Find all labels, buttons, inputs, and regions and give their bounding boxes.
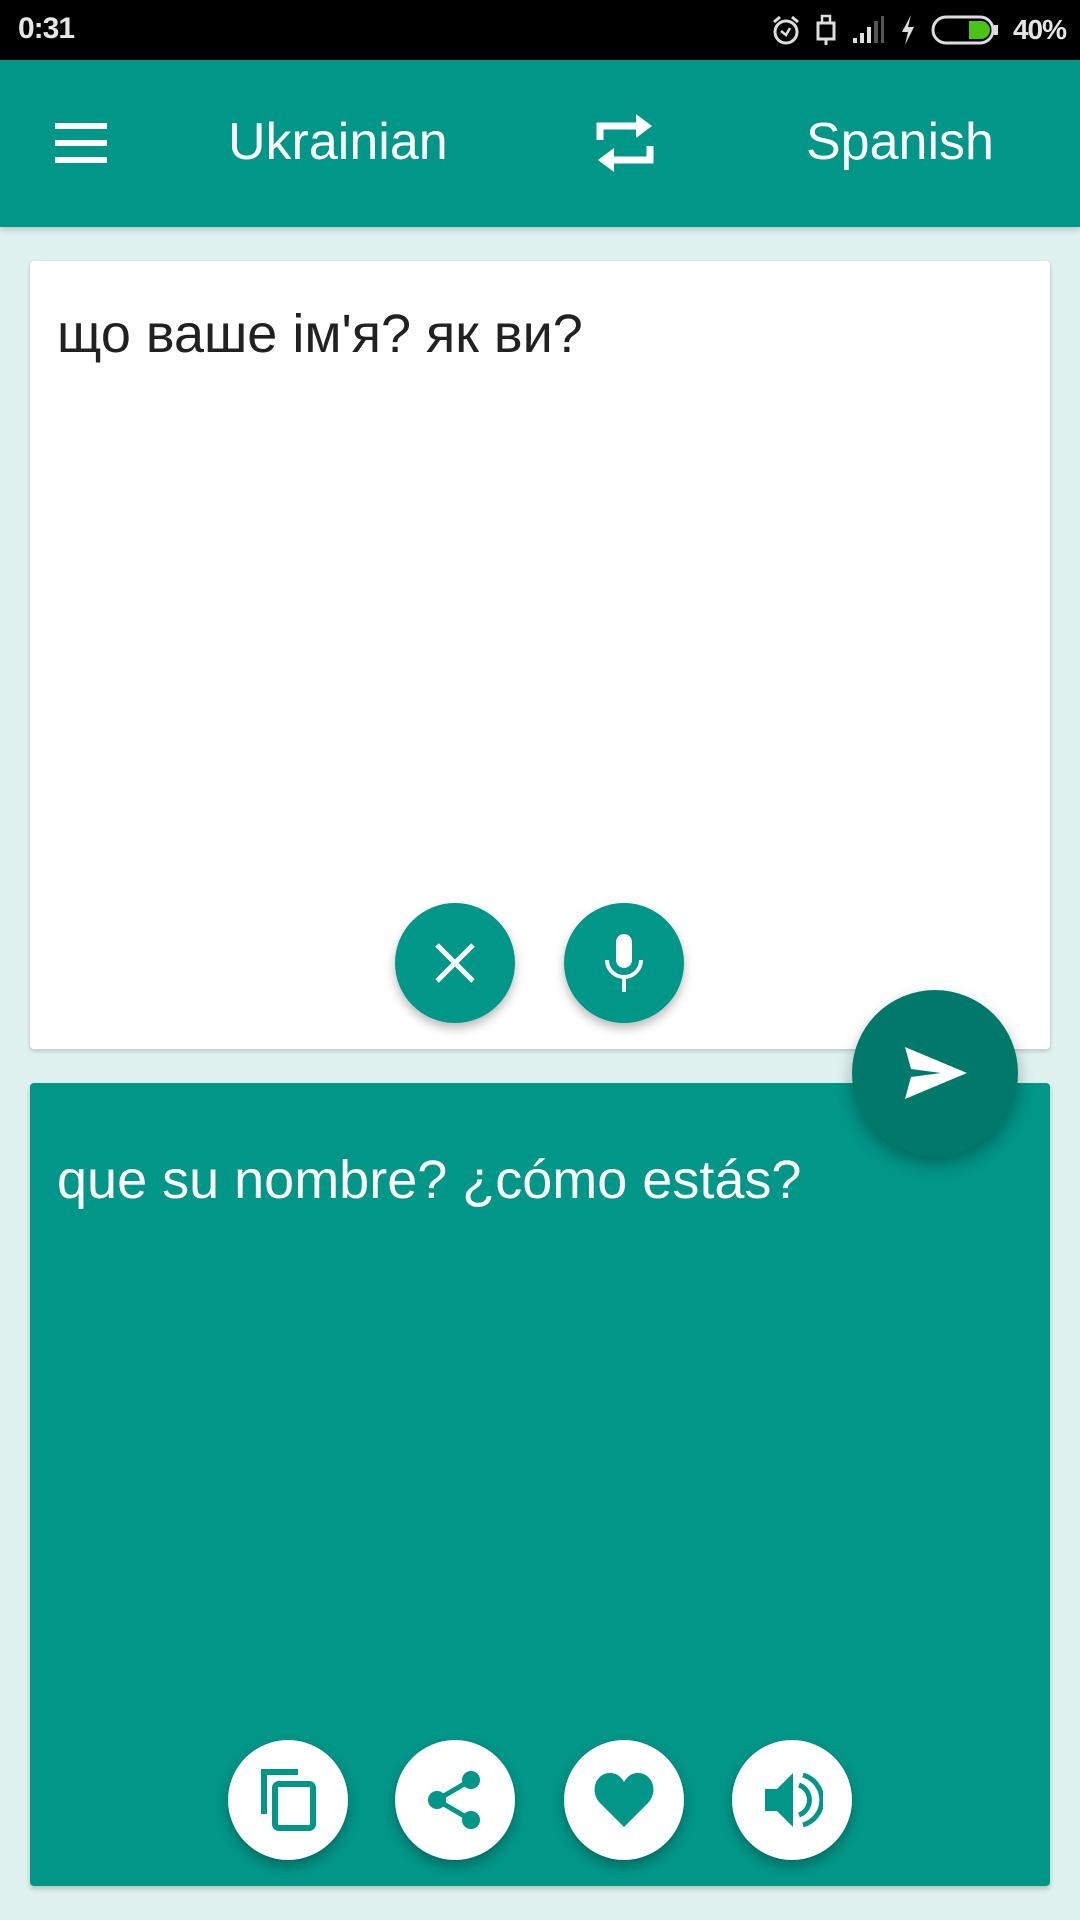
close-icon bbox=[435, 943, 475, 983]
copy-button[interactable] bbox=[228, 1740, 348, 1860]
signal-icon bbox=[852, 16, 884, 43]
swap-languages-icon bbox=[596, 114, 654, 172]
microphone-icon bbox=[605, 934, 643, 992]
usb-icon bbox=[816, 14, 836, 45]
output-card: que su nombre? ¿cómo estás? bbox=[30, 1083, 1050, 1886]
heart-icon bbox=[594, 1773, 654, 1827]
status-icons: 40% bbox=[771, 10, 1067, 50]
voice-input-button[interactable] bbox=[564, 903, 684, 1023]
share-icon bbox=[428, 1771, 480, 1829]
status-bar: 0:31 40% bbox=[0, 0, 1080, 60]
source-text-input[interactable]: що ваше ім'я? як ви? bbox=[57, 303, 583, 365]
share-button[interactable] bbox=[395, 1740, 515, 1860]
battery-percent: 40% bbox=[1012, 14, 1067, 45]
input-card: що ваше ім'я? як ви? bbox=[30, 261, 1050, 1049]
battery-icon bbox=[931, 15, 998, 45]
hamburger-line bbox=[55, 157, 107, 163]
hamburger-line bbox=[55, 140, 107, 146]
speak-button[interactable] bbox=[732, 1740, 852, 1860]
speaker-icon bbox=[765, 1772, 823, 1828]
app-header: Ukrainian Spanish bbox=[0, 60, 1080, 227]
copy-icon bbox=[261, 1769, 316, 1831]
swap-languages-button[interactable] bbox=[592, 110, 658, 176]
status-time: 0:31 bbox=[18, 12, 75, 45]
menu-button[interactable] bbox=[50, 115, 110, 171]
source-language-selector[interactable]: Ukrainian bbox=[228, 112, 448, 172]
hamburger-menu-icon bbox=[55, 123, 107, 129]
send-icon bbox=[905, 1047, 967, 1099]
clear-button[interactable] bbox=[395, 903, 515, 1023]
translate-button[interactable] bbox=[852, 990, 1018, 1156]
favorite-button[interactable] bbox=[564, 1740, 684, 1860]
charging-icon bbox=[901, 15, 914, 45]
alarm-icon bbox=[772, 15, 799, 45]
target-language-selector[interactable]: Spanish bbox=[806, 112, 994, 172]
translated-text: que su nombre? ¿cómo estás? bbox=[57, 1150, 802, 1210]
